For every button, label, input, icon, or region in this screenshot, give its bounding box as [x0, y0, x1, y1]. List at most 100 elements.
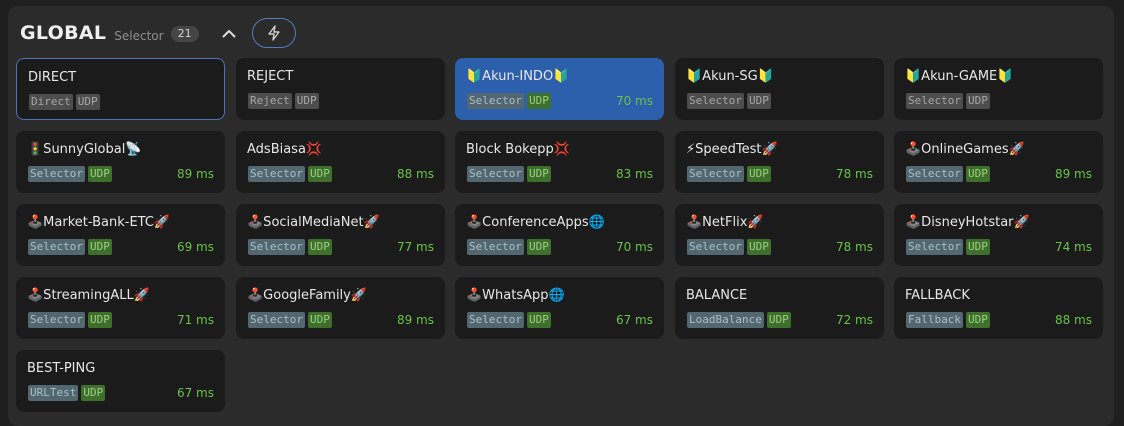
proxy-tags: Selector UDP [687, 239, 771, 255]
proxy-type-badge: Selector [248, 312, 305, 328]
proxy-tags: Selector UDP [467, 166, 551, 182]
proxy-type-badge: LoadBalance [687, 312, 764, 328]
udp-badge: UDP [766, 312, 791, 328]
udp-badge: UDP [81, 385, 106, 401]
proxy-type-badge: Selector [467, 312, 524, 328]
proxy-card[interactable]: DIRECT Direct UDP [16, 58, 225, 120]
udp-badge: UDP [965, 93, 990, 109]
proxy-type-badge: Selector [248, 166, 305, 182]
proxy-tags: Selector UDP [28, 166, 112, 182]
proxy-card[interactable]: 🕹️ConferenceApps🌐 Selector UDP 70 ms [455, 204, 664, 266]
udp-badge: UDP [746, 239, 771, 255]
latency-label: 78 ms [835, 240, 873, 254]
proxy-name: FALLBACK [905, 288, 970, 303]
proxy-card[interactable]: 🕹️NetFlix🚀 Selector UDP 78 ms [675, 204, 884, 266]
proxy-card[interactable]: 🕹️SocialMediaNet🚀 Selector UDP 77 ms [236, 204, 445, 266]
latency-label: 88 ms [396, 167, 434, 181]
proxy-type-badge: Selector [28, 239, 85, 255]
proxy-type-badge: Selector [906, 93, 963, 109]
proxy-name: ⚡SpeedTest🚀 [686, 142, 778, 157]
udp-badge: UDP [746, 93, 771, 109]
udp-badge: UDP [87, 166, 112, 182]
proxy-tags: Selector UDP [248, 312, 332, 328]
proxy-card[interactable]: FALLBACK Fallback UDP 88 ms [894, 277, 1103, 339]
proxy-card[interactable]: REJECT Reject UDP [236, 58, 445, 120]
udp-badge: UDP [307, 312, 332, 328]
proxy-tags: Fallback UDP [906, 312, 990, 328]
latency-label: 89 ms [396, 313, 434, 327]
proxy-name: 🕹️DisneyHotstar🚀 [905, 215, 1030, 230]
proxy-name: 🔰Akun-SG🔰 [686, 69, 774, 84]
latency-label: 74 ms [1054, 240, 1092, 254]
proxy-type-badge: Fallback [906, 312, 963, 328]
proxy-tags: Selector UDP [906, 239, 990, 255]
latency-label: 83 ms [615, 167, 653, 181]
udp-badge: UDP [526, 312, 551, 328]
proxy-card[interactable]: 🕹️Market-Bank-ETC🚀 Selector UDP 69 ms [16, 204, 225, 266]
proxy-tags: Selector UDP [28, 239, 112, 255]
proxy-name: 🕹️ConferenceApps🌐 [466, 215, 605, 230]
proxy-name: 🕹️NetFlix🚀 [686, 215, 764, 230]
proxy-name: BALANCE [686, 288, 748, 303]
proxy-name: 🕹️WhatsApp🌐 [466, 288, 565, 303]
latency-label: 78 ms [835, 167, 873, 181]
proxy-card[interactable]: 🕹️OnlineGames🚀 Selector UDP 89 ms [894, 131, 1103, 193]
proxy-name: REJECT [247, 69, 294, 84]
latency-label: 71 ms [176, 313, 214, 327]
proxy-card[interactable]: BEST-PING URLTest UDP 67 ms [16, 350, 225, 412]
udp-badge: UDP [965, 312, 990, 328]
proxy-card[interactable]: ⚡SpeedTest🚀 Selector UDP 78 ms [675, 131, 884, 193]
udp-badge: UDP [965, 166, 990, 182]
udp-badge: UDP [526, 166, 551, 182]
group-header: GLOBAL Selector 21 [20, 16, 296, 50]
proxy-tags: Selector UDP [248, 166, 332, 182]
proxy-name: 🕹️SocialMediaNet🚀 [247, 215, 380, 230]
proxy-tags: Selector UDP [467, 93, 551, 109]
proxy-tags: Selector UDP [467, 239, 551, 255]
latency-label: 70 ms [615, 94, 653, 108]
latency-label: 72 ms [835, 313, 873, 327]
proxy-name: 🕹️OnlineGames🚀 [905, 142, 1025, 157]
udp-badge: UDP [294, 93, 319, 109]
proxy-card[interactable]: 🕹️WhatsApp🌐 Selector UDP 67 ms [455, 277, 664, 339]
proxy-card[interactable]: BALANCE LoadBalance UDP 72 ms [675, 277, 884, 339]
udp-badge: UDP [87, 239, 112, 255]
latency-label: 89 ms [176, 167, 214, 181]
collapse-button[interactable] [217, 21, 241, 45]
proxy-card[interactable]: 🔰Akun-SG🔰 Selector UDP [675, 58, 884, 120]
proxy-name: AdsBiasa💢 [247, 142, 323, 157]
proxy-card[interactable]: 🚦SunnyGlobal📡 Selector UDP 89 ms [16, 131, 225, 193]
proxy-tags: Reject UDP [248, 93, 319, 109]
proxy-tags: LoadBalance UDP [687, 312, 791, 328]
lightning-icon [267, 25, 280, 41]
proxy-tags: Selector UDP [906, 166, 990, 182]
proxy-tags: Selector UDP [248, 239, 332, 255]
group-title: GLOBAL [20, 22, 107, 44]
proxy-card[interactable]: 🔰Akun-GAME🔰 Selector UDP [894, 58, 1103, 120]
proxy-type-badge: Selector [687, 166, 744, 182]
proxy-card[interactable]: 🔰Akun-INDO🔰 Selector UDP 70 ms [455, 58, 664, 120]
proxy-type-badge: Selector [467, 166, 524, 182]
proxy-type-badge: Selector [28, 166, 85, 182]
proxy-tags: Selector UDP [906, 93, 990, 109]
proxy-type-badge: Selector [906, 239, 963, 255]
proxy-card[interactable]: 🕹️GoogleFamily🚀 Selector UDP 89 ms [236, 277, 445, 339]
proxy-tags: Selector UDP [28, 312, 112, 328]
udp-badge: UDP [307, 166, 332, 182]
proxy-card[interactable]: 🕹️DisneyHotstar🚀 Selector UDP 74 ms [894, 204, 1103, 266]
udp-badge: UDP [965, 239, 990, 255]
proxy-card[interactable]: 🕹️StreamingALL🚀 Selector UDP 71 ms [16, 277, 225, 339]
proxy-type-badge: Direct [29, 94, 73, 110]
proxy-group-panel: GLOBAL Selector 21 DIRECT Direct UDP REJECT… [8, 6, 1114, 426]
udp-badge: UDP [746, 166, 771, 182]
udp-badge: UDP [526, 239, 551, 255]
proxy-card[interactable]: Block Bokepp💢 Selector UDP 83 ms [455, 131, 664, 193]
proxy-type-badge: Selector [687, 93, 744, 109]
proxy-type-badge: Selector [906, 166, 963, 182]
latency-test-button[interactable] [251, 18, 296, 48]
latency-label: 88 ms [1054, 313, 1092, 327]
proxy-card[interactable]: AdsBiasa💢 Selector UDP 88 ms [236, 131, 445, 193]
group-type-label: Selector [114, 28, 164, 43]
proxy-type-badge: Selector [687, 239, 744, 255]
udp-badge: UDP [526, 93, 551, 109]
